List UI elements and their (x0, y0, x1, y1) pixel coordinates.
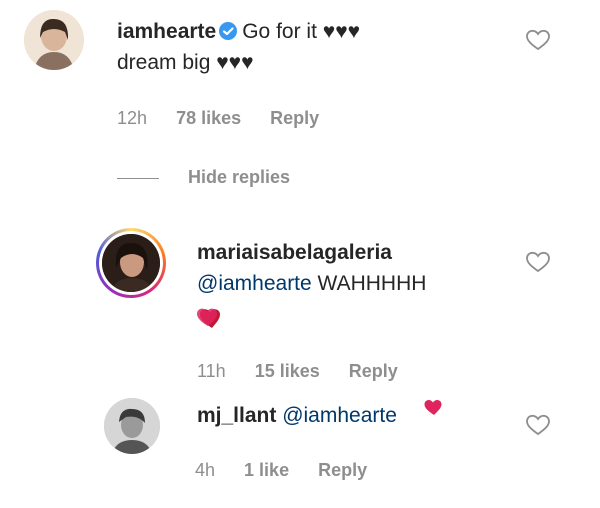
heart-outline-icon[interactable] (525, 250, 551, 274)
verified-badge-icon (219, 22, 238, 40)
comment-text-line2: dream big ♥♥♥ (117, 51, 254, 74)
heart-emoji-icon (197, 308, 220, 328)
heart-outline-icon[interactable] (525, 28, 551, 52)
timestamp: 12h (117, 108, 148, 128)
reply-username: mariaisabelagaleria (197, 240, 392, 266)
avatar-image (24, 10, 84, 70)
reply-text-line: @iamhearte WAHHHHH (197, 271, 426, 297)
heart-emoji-icon (424, 400, 442, 415)
username-mariaisabelagaleria[interactable]: mariaisabelagaleria (197, 241, 392, 264)
reply-line: mj_llant @iamhearte (197, 403, 397, 429)
username-mj-llant[interactable]: mj_llant (197, 404, 276, 427)
reply-button[interactable]: Reply (270, 108, 319, 128)
mention-link[interactable]: @iamhearte (282, 404, 397, 427)
comment-meta: 12h 78 likes Reply (117, 108, 319, 129)
timestamp: 4h (195, 460, 216, 480)
reply-text: WAHHHHH (317, 272, 427, 295)
likes-count[interactable]: 15 likes (255, 361, 320, 381)
replies-divider (117, 178, 159, 179)
reply-button[interactable]: Reply (349, 361, 398, 381)
avatar-mariaisabelagaleria[interactable] (96, 228, 166, 298)
hide-replies-button[interactable]: Hide replies (188, 167, 290, 188)
reply-button[interactable]: Reply (318, 460, 367, 480)
heart-outline-icon[interactable] (525, 413, 551, 437)
timestamp: 11h (197, 361, 226, 381)
likes-count[interactable]: 1 like (244, 460, 289, 480)
avatar-iamhearte[interactable] (24, 10, 84, 70)
reply-meta: 4h 1 like Reply (195, 460, 367, 481)
likes-count[interactable]: 78 likes (176, 108, 241, 128)
reply-meta: 11h 15 likes Reply (197, 361, 398, 382)
mention-link[interactable]: @iamhearte (197, 272, 312, 295)
avatar-image (102, 234, 160, 292)
avatar-mj-llant[interactable] (104, 398, 160, 454)
avatar-image (104, 398, 160, 454)
comment-line: iamhearte Go for it ♥♥♥ (117, 19, 360, 45)
comment-text: Go for it ♥♥♥ (242, 20, 361, 43)
username-iamhearte[interactable]: iamhearte (117, 20, 216, 43)
